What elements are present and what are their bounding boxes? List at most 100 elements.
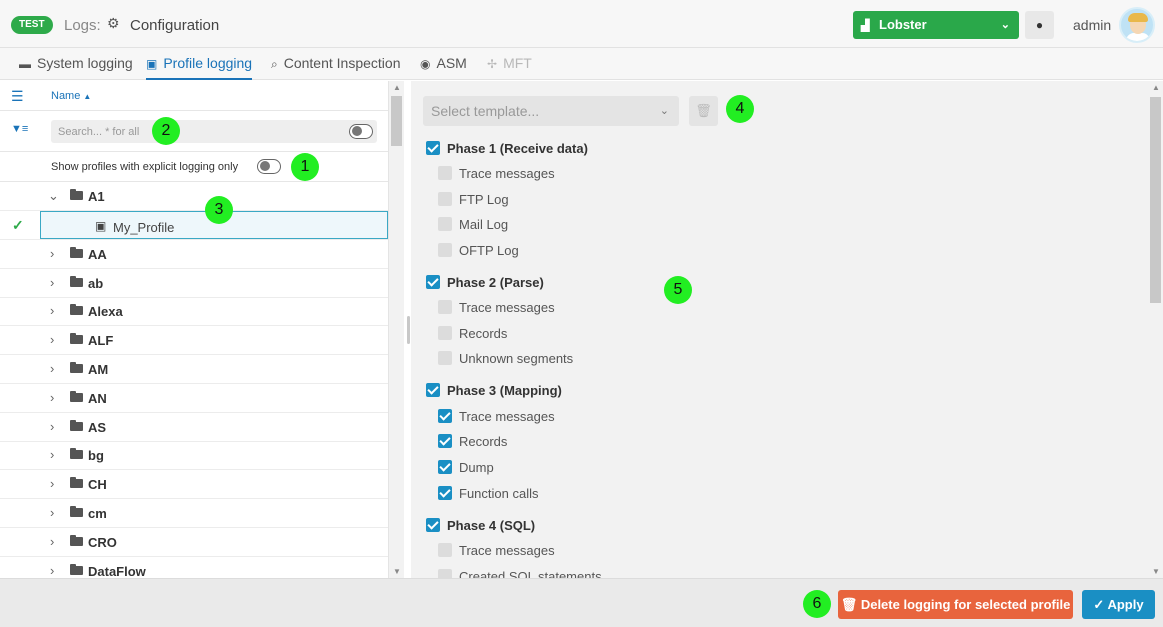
option-checkbox[interactable] [438, 543, 452, 557]
explicit-filter-row: Show profiles with explicit logging only [0, 152, 388, 182]
chevron-right-icon[interactable]: › [50, 420, 54, 434]
tab-label: Content Inspection [283, 55, 401, 71]
tab-label: MFT [503, 55, 532, 71]
chevron-right-icon[interactable]: › [50, 362, 54, 376]
option-checkbox[interactable] [438, 217, 452, 231]
tab-content-inspection[interactable]: ⌕ Content Inspection [271, 48, 400, 80]
user-name[interactable]: admin [1073, 17, 1111, 33]
search-toggle[interactable] [349, 124, 373, 139]
chevron-down-icon: ⌄ [659, 105, 669, 117]
scroll-down-icon[interactable]: ▼ [1152, 567, 1160, 576]
chevron-right-icon[interactable]: › [50, 506, 54, 520]
option-checkbox[interactable] [438, 409, 452, 423]
tree-folder[interactable]: › ALF [0, 326, 388, 355]
option-label: Mail Log [459, 217, 509, 232]
profile-tree-panel: ☰ Name ▲ ▼≡ Show profiles with explicit … [0, 81, 389, 578]
panel-splitter[interactable] [407, 316, 410, 344]
chevron-right-icon[interactable]: › [50, 535, 54, 549]
scroll-up-icon[interactable]: ▲ [1152, 83, 1160, 92]
option-checkbox[interactable] [438, 351, 452, 365]
phase-checkbox[interactable] [426, 141, 440, 155]
chevron-right-icon[interactable]: › [50, 391, 54, 405]
tab-profile-logging[interactable]: ▣ Profile logging [146, 48, 253, 80]
option-checkbox[interactable] [438, 166, 452, 180]
folder-open-icon [70, 189, 83, 200]
delete-template-button[interactable]: 🗑 [689, 96, 718, 126]
chevron-right-icon[interactable]: › [50, 448, 54, 462]
option-label: Trace messages [459, 543, 555, 558]
folder-label: AS [88, 420, 107, 435]
folder-icon [70, 420, 83, 431]
tree-folder[interactable]: › Alexa [0, 297, 388, 326]
option-checkbox[interactable] [438, 569, 452, 578]
chevron-right-icon[interactable]: › [50, 477, 54, 491]
chevron-right-icon[interactable]: › [50, 304, 54, 318]
chevron-right-icon[interactable]: › [50, 247, 54, 261]
phase-checkbox[interactable] [426, 383, 440, 397]
chevron-down-icon[interactable]: ⌄ [48, 189, 59, 203]
tree-folder[interactable]: › AN [0, 384, 388, 413]
search-plus-icon: ⌕ [271, 57, 278, 71]
filter-icon[interactable]: ▼≡ [11, 123, 28, 135]
tab-asm[interactable]: ◉ ASM [420, 48, 467, 80]
tab-system-logging[interactable]: ▬ System logging [19, 48, 133, 80]
app-header: TEST Logs: ⚙ Configuration ▟ Lobster ⌄ ● … [0, 0, 1163, 48]
tab-label: System logging [37, 55, 133, 71]
apply-button[interactable]: ✓ Apply [1082, 590, 1155, 619]
chip-icon: ▣ [95, 219, 107, 233]
tree-folder[interactable]: › CRO [0, 528, 388, 557]
folder-label: Alexa [88, 304, 123, 319]
tab-label: ASM [436, 55, 467, 71]
tree-folder[interactable]: › DataFlow [0, 557, 388, 579]
option-checkbox[interactable] [438, 300, 452, 314]
instance-selector[interactable]: ▟ Lobster ⌄ [853, 11, 1019, 39]
tree-folder[interactable]: › bg [0, 441, 388, 470]
scroll-down-icon[interactable]: ▼ [393, 567, 401, 576]
tree-folder[interactable]: › ab [0, 269, 388, 298]
folder-icon [70, 362, 83, 373]
chevron-right-icon[interactable]: › [50, 564, 54, 578]
tree-folder[interactable]: › CH [0, 470, 388, 499]
name-column-header[interactable]: Name ▲ [51, 90, 91, 102]
phase-checkbox[interactable] [426, 275, 440, 289]
scroll-up-icon[interactable]: ▲ [393, 83, 401, 92]
tree-folder-a1[interactable]: ⌄ A1 [0, 182, 388, 211]
template-select[interactable]: Select template... ⌄ [423, 96, 679, 126]
phase-label: Phase 3 (Mapping) [447, 383, 562, 398]
search-input[interactable] [51, 120, 377, 143]
tree-folder[interactable]: › AS [0, 413, 388, 442]
tree-folder[interactable]: › cm [0, 499, 388, 528]
option-checkbox[interactable] [438, 243, 452, 257]
environment-badge: TEST [11, 16, 53, 34]
mft-icon: ✢ [487, 57, 498, 71]
menu-icon[interactable]: ☰ [11, 89, 24, 103]
tree-scrollbar[interactable]: ▲ ▼ [389, 81, 404, 578]
chat-button[interactable]: ● [1025, 11, 1054, 39]
settings-scrollbar[interactable]: ▲ ▼ [1148, 81, 1163, 578]
option-label: FTP Log [459, 192, 509, 207]
check-icon: ✓ [12, 217, 24, 233]
option-checkbox[interactable] [438, 486, 452, 500]
option-checkbox[interactable] [438, 326, 452, 340]
option-checkbox[interactable] [438, 460, 452, 474]
scrollbar-thumb[interactable] [391, 96, 402, 146]
folder-label: ab [88, 276, 104, 291]
folder-label: DataFlow [88, 564, 146, 578]
folder-label: A1 [88, 189, 105, 204]
option-checkbox[interactable] [438, 192, 452, 206]
avatar-hair [1128, 13, 1148, 22]
explicit-logging-toggle[interactable] [257, 159, 281, 174]
avatar[interactable] [1119, 7, 1155, 43]
phase-checkbox[interactable] [426, 518, 440, 532]
option-checkbox[interactable] [438, 434, 452, 448]
folder-icon [70, 535, 83, 546]
delete-logging-button[interactable]: 🗑 Delete logging for selected profile [838, 590, 1073, 619]
scrollbar-thumb[interactable] [1150, 97, 1161, 303]
tree-folder[interactable]: › AA [0, 240, 388, 269]
tree-folder[interactable]: › AM [0, 355, 388, 384]
chevron-right-icon[interactable]: › [50, 276, 54, 290]
folder-label: ALF [88, 333, 114, 348]
avatar-body [1126, 33, 1150, 41]
tree-profile-row[interactable]: ✓ ▣ My_Profile [0, 211, 388, 240]
chevron-right-icon[interactable]: › [50, 333, 54, 347]
